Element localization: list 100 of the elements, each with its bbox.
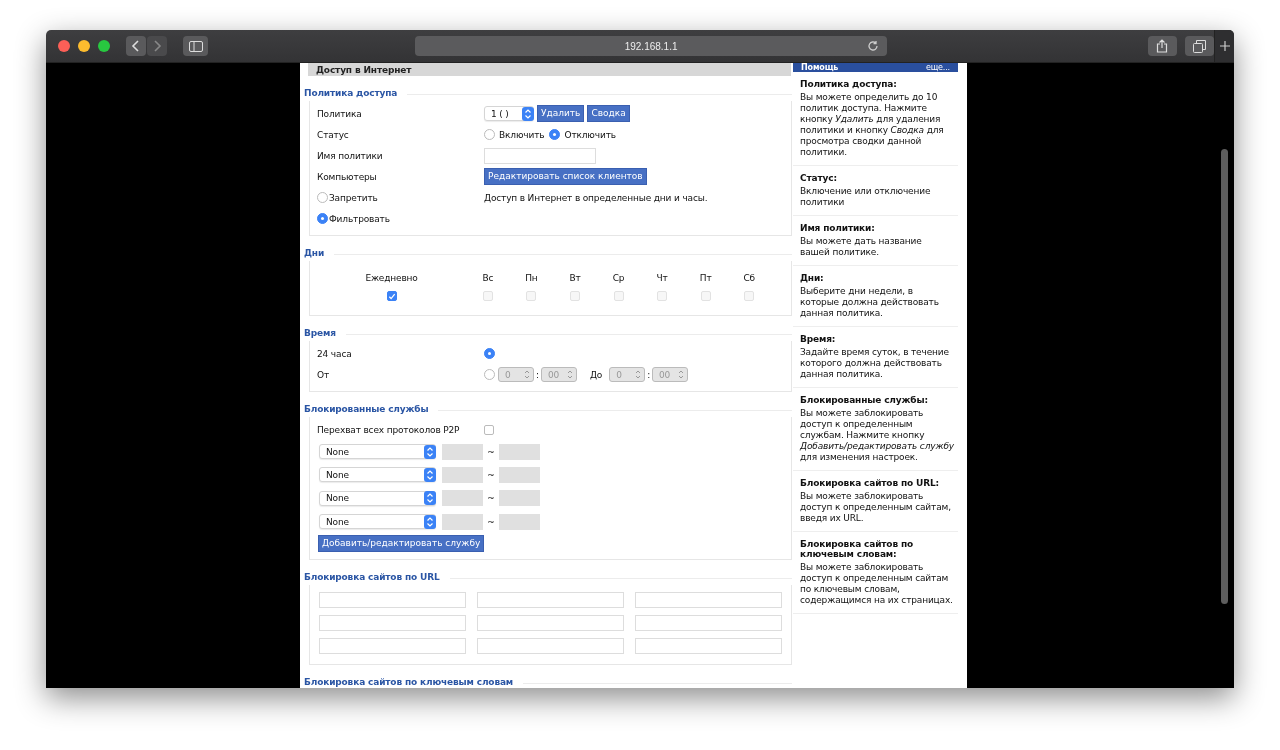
port-field[interactable] [442, 443, 483, 460]
stepper-icon [424, 491, 436, 506]
range-separator: ~ [486, 493, 496, 504]
share-button[interactable] [1147, 36, 1178, 56]
day-label: Чт [656, 273, 668, 283]
new-tab-button[interactable] [1214, 30, 1234, 62]
back-button[interactable] [126, 36, 146, 56]
help-text: Включение или отключение политики [800, 186, 932, 208]
port-field[interactable] [442, 513, 483, 530]
delete-button[interactable]: Удалить [537, 105, 585, 122]
port-field[interactable] [499, 513, 540, 530]
port-field[interactable] [442, 490, 483, 507]
help-text: Вы можете заблокировать доступ к определенным сайтам по ключевым словам, содержащимся на их страницах. [800, 562, 954, 606]
sidebar-button[interactable] [183, 36, 209, 56]
day-label: Вт [569, 273, 581, 283]
help-heading: Блокировка сайтов по ключевым словам: [800, 539, 915, 559]
port-field[interactable] [442, 466, 483, 483]
field-label: До [589, 369, 603, 380]
range-separator: ~ [486, 469, 496, 480]
range-separator: ~ [486, 516, 496, 527]
radio-button[interactable] [484, 129, 495, 140]
policy-select[interactable]: 1 ( ) [484, 106, 534, 121]
summary-button[interactable]: Сводка [587, 105, 630, 122]
day-checkbox[interactable] [386, 291, 397, 301]
port-field[interactable] [499, 443, 540, 460]
radio-button[interactable] [317, 192, 328, 203]
close-button[interactable] [58, 40, 70, 52]
help-heading: Блокированные службы: [800, 395, 929, 405]
more-link[interactable]: еще... [925, 63, 950, 72]
service-select[interactable]: None [319, 467, 436, 483]
url-field[interactable] [635, 615, 782, 632]
add-edit-service-button[interactable]: Добавить/редактировать службу [318, 535, 485, 553]
service-select[interactable]: None [319, 490, 436, 506]
minimize-button[interactable] [78, 40, 90, 52]
url-field[interactable] [477, 638, 624, 655]
day-label: Пт [699, 273, 712, 283]
zoom-button[interactable] [98, 40, 110, 52]
chevron-right-icon [152, 40, 162, 52]
url-field[interactable] [477, 592, 624, 609]
policy-name-field[interactable] [484, 147, 596, 164]
url-field[interactable] [319, 592, 466, 609]
help-heading: Время: [800, 334, 837, 344]
plus-icon [1218, 40, 1231, 52]
stepper-icon [678, 370, 685, 379]
radio-button[interactable] [317, 213, 328, 224]
radio-label: Включить [499, 129, 545, 140]
edit-clients-button[interactable]: Редактировать список клиентов [484, 168, 647, 185]
address-bar[interactable]: 192.168.1.1 [415, 36, 887, 56]
service-select[interactable]: None [319, 444, 436, 460]
day-label: Пн [525, 273, 538, 283]
chevron-left-icon [131, 40, 141, 52]
radio-label: Запретить [329, 192, 378, 203]
service-select[interactable]: None [319, 514, 436, 530]
help-text: Вы можете дать название вашей политике. [800, 236, 923, 258]
field-label: Имя политики [317, 150, 384, 161]
stepper-icon [424, 444, 436, 459]
help-heading: Статус: [800, 173, 838, 183]
field-label: Политика [317, 108, 363, 119]
tabs-button[interactable] [1185, 36, 1215, 56]
field-label: От [317, 369, 331, 380]
help-heading: Блокировка сайтов по URL: [800, 478, 940, 488]
day-label: Сб [743, 273, 755, 283]
url-field[interactable] [319, 638, 466, 655]
help-heading: Имя политики: [800, 223, 876, 233]
tabs-icon [1193, 39, 1207, 53]
day-label: Вс [482, 273, 494, 283]
scrollbar-thumb[interactable] [1221, 149, 1228, 604]
p2p-checkbox[interactable] [484, 424, 494, 435]
field-label: Статус [317, 129, 350, 140]
url-field[interactable] [635, 592, 782, 609]
reload-icon[interactable] [866, 40, 879, 52]
radio-label: Фильтровать [329, 213, 390, 224]
radio-label: Отключить [564, 129, 616, 140]
section-title: Блокировка сайтов по ключевым словам [304, 677, 514, 688]
day-label: Ежедневно [365, 273, 418, 283]
stepper-icon [424, 467, 436, 482]
help-text: Выберите дни недели, в которые должна действовать данная политика. [800, 286, 940, 319]
port-field[interactable] [499, 490, 540, 507]
section-title: Блокированные службы [304, 404, 429, 414]
field-label: Перехват всех протоколов P2P [317, 424, 461, 435]
checkmark-icon [387, 291, 396, 301]
field-label: Компьютеры [317, 171, 378, 182]
stepper-icon [424, 514, 436, 529]
radio-button[interactable] [484, 369, 495, 380]
help-text: Вы можете определить до 10 политик доступа. Нажмите кнопку Удалить для удаления политики и кнопку Сводка для просмотра сводки данной политики. [800, 92, 945, 158]
radio-button[interactable] [549, 129, 561, 140]
range-separator: ~ [486, 446, 496, 457]
stepper-icon [566, 370, 573, 379]
url-field[interactable] [635, 638, 782, 655]
url-field[interactable] [477, 615, 624, 632]
sidebar-icon [188, 40, 203, 52]
forward-button[interactable] [147, 36, 167, 56]
mode-note: Доступ в Интернет в определенные дни и часы. [484, 192, 708, 203]
help-title: Помощь [801, 63, 839, 72]
stepper-icon [522, 106, 534, 121]
port-field[interactable] [499, 466, 540, 483]
section-title: Время [304, 328, 336, 338]
url-field[interactable] [319, 615, 466, 632]
stepper-icon [635, 370, 642, 379]
radio-button[interactable] [484, 348, 495, 359]
